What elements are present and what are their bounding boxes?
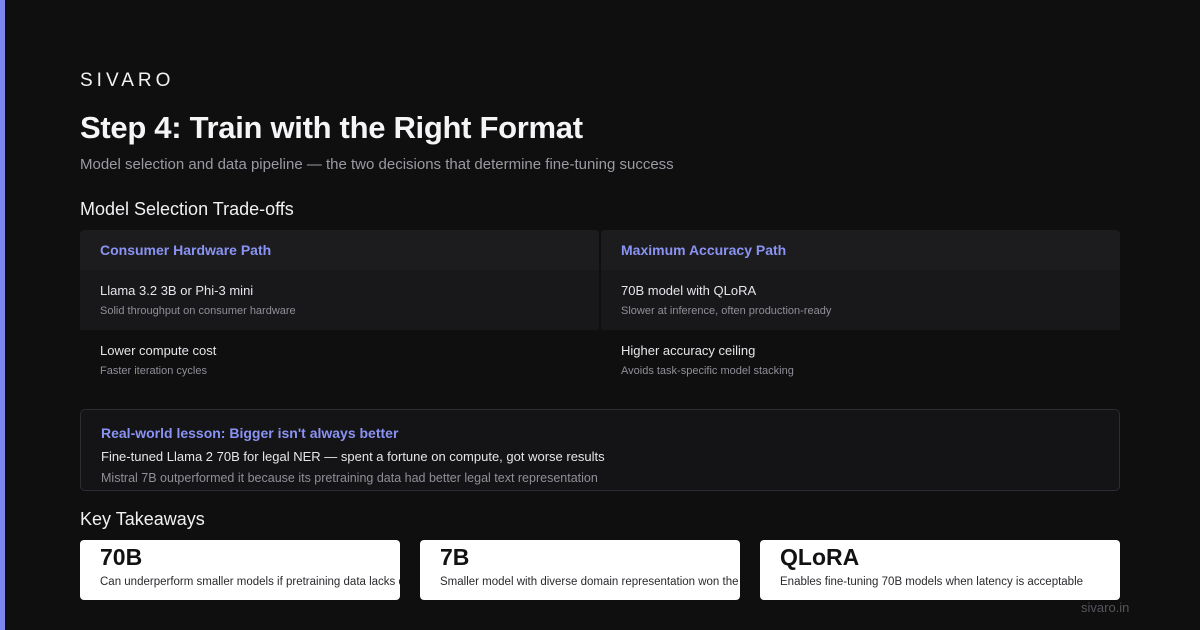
row-main-text: Llama 3.2 3B or Phi-3 mini (100, 283, 254, 298)
page-title: Step 4: Train with the Right Format (80, 110, 583, 145)
takeaway-card: 70B Can underperform smaller models if p… (80, 540, 400, 600)
table-row: Higher accuracy ceiling Avoids task-spec… (601, 330, 1120, 390)
page-subtitle: Model selection and data pipeline — the … (80, 156, 674, 173)
table-row: Llama 3.2 3B or Phi-3 mini Solid through… (80, 270, 599, 330)
takeaway-description: Enables fine-tuning 70B models when late… (780, 576, 1084, 588)
takeaway-card: 7B Smaller model with diverse domain rep… (420, 540, 740, 600)
takeaway-value: QLoRA (780, 544, 860, 570)
row-main-text: Higher accuracy ceiling (621, 343, 756, 358)
max-accuracy-column: Maximum Accuracy Path 70B model with QLo… (601, 230, 1120, 390)
row-main-text: Lower compute cost (100, 343, 217, 358)
footer-url: sivaro.in (1081, 600, 1130, 615)
row-sub-text: Slower at inference, often production-re… (621, 305, 832, 317)
lesson-callout: Real-world lesson: Bigger isn't always b… (80, 409, 1120, 491)
takeaway-description: Smaller model with diverse domain repres… (440, 576, 740, 588)
lesson-text: Fine-tuned Llama 2 70B for legal NER — s… (101, 449, 605, 464)
takeaway-card: QLoRA Enables fine-tuning 70B models whe… (760, 540, 1120, 600)
takeaway-value: 70B (100, 544, 143, 570)
row-main-text: 70B model with QLoRA (621, 283, 757, 298)
consumer-hardware-column: Consumer Hardware Path Llama 3.2 3B or P… (80, 230, 599, 390)
brand-logo: SIVARO (80, 70, 175, 91)
table-row: 70B model with QLoRA Slower at inference… (601, 270, 1120, 330)
lesson-title: Real-world lesson: Bigger isn't always b… (101, 425, 399, 441)
lesson-subtext: Mistral 7B outperformed it because its p… (101, 471, 598, 485)
row-sub-text: Avoids task-specific model stacking (621, 365, 794, 377)
takeaway-value: 7B (440, 544, 470, 570)
takeaways-heading: Key Takeaways (80, 509, 205, 529)
takeaway-description: Can underperform smaller models if pretr… (100, 576, 400, 588)
row-sub-text: Faster iteration cycles (100, 365, 207, 377)
column-header-accuracy: Maximum Accuracy Path (601, 230, 1120, 270)
tradeoffs-heading: Model Selection Trade-offs (80, 199, 294, 219)
column-header-consumer: Consumer Hardware Path (80, 230, 599, 270)
accent-bar (0, 0, 5, 630)
table-row: Lower compute cost Faster iteration cycl… (80, 330, 599, 390)
row-sub-text: Solid throughput on consumer hardware (100, 305, 296, 317)
